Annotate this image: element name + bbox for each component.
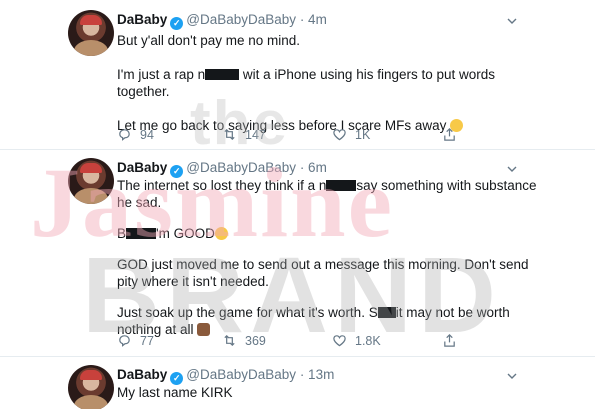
- display-name[interactable]: DaBaby: [117, 12, 167, 27]
- text-segment: say something with substance: [356, 178, 537, 193]
- tweet-paragraph: GOD just moved me to send out a message …: [117, 256, 537, 290]
- text-segment: it may not be worth: [395, 305, 510, 320]
- censor-bar: [126, 228, 157, 239]
- display-name[interactable]: DaBaby: [117, 367, 167, 382]
- censor-bar: [205, 69, 240, 80]
- timestamp[interactable]: · 4m: [300, 12, 327, 27]
- like-count: 1.8K: [355, 333, 381, 348]
- reply-icon: [119, 129, 130, 141]
- timestamp[interactable]: · 6m: [300, 160, 327, 175]
- text-segment: Just soak up the game for what it's wort…: [117, 305, 378, 320]
- tweet-paragraph: B 'm GOOD: [117, 225, 537, 242]
- avatar[interactable]: [68, 365, 114, 409]
- tweet-actions: 94 147 1K: [117, 127, 477, 143]
- reply-count: 94: [140, 127, 154, 142]
- censor-bar: [377, 307, 396, 318]
- text-segment: B: [117, 226, 127, 241]
- like-icon: [333, 335, 346, 347]
- retweet-button[interactable]: 147: [222, 127, 266, 142]
- tweet-header: DaBaby ✓ @DaBabyDaBaby · 6m: [117, 160, 327, 178]
- share-button[interactable]: [442, 127, 457, 142]
- tweet-text: The internet so lost they think if a n sa…: [117, 177, 537, 355]
- reply-icon: [119, 335, 130, 347]
- retweet-icon: [224, 128, 235, 141]
- censor-bar: [326, 180, 357, 191]
- tweet-paragraph: The internet so lost they think if a n sa…: [117, 177, 537, 211]
- retweet-count: 369: [245, 333, 266, 348]
- retweet-icon: [224, 334, 235, 347]
- share-icon: [444, 128, 455, 141]
- display-name[interactable]: DaBaby: [117, 160, 167, 175]
- timestamp[interactable]: · 13m: [300, 367, 335, 382]
- share-icon: [444, 334, 455, 347]
- text-segment: together.: [117, 84, 170, 99]
- like-count: 1K: [355, 127, 371, 142]
- text-segment: he sad.: [117, 195, 162, 210]
- reply-button[interactable]: 94: [117, 127, 154, 142]
- chevron-down-icon[interactable]: [507, 371, 517, 381]
- reply-count: 77: [140, 333, 154, 348]
- reply-button[interactable]: 77: [117, 333, 154, 348]
- retweet-count: 147: [245, 127, 266, 142]
- like-icon: [333, 129, 346, 141]
- tweet-paragraph: My last name KIRK: [117, 385, 233, 400]
- chevron-down-icon[interactable]: [507, 16, 517, 26]
- verified-badge-icon: ✓: [170, 17, 184, 30]
- tweet[interactable]: DaBaby ✓ @DaBabyDaBaby · 6m The internet s…: [0, 150, 595, 357]
- like-button[interactable]: 1K: [332, 127, 370, 142]
- text-segment: pity where it isn't needed.: [117, 274, 269, 289]
- like-button[interactable]: 1.8K: [332, 333, 381, 348]
- text-segment: I'm just a rap n: [117, 67, 206, 82]
- tweet-actions: 77 369 1.8K: [117, 333, 477, 349]
- emoji-icon: [214, 227, 228, 240]
- text-segment: The internet so lost they think if a n: [117, 178, 327, 193]
- tweet[interactable]: DaBaby ✓ @DaBabyDaBaby · 4m But y'all don'…: [0, 0, 595, 150]
- tweet-paragraph: But y'all don't pay me no mind.: [117, 33, 301, 48]
- tweet-header: DaBaby ✓ @DaBabyDaBaby · 4m: [117, 12, 327, 30]
- tweet-paragraph: I'm just a rap n wit a iPhone using his …: [117, 66, 517, 100]
- text-segment: wit a iPhone using his fingers to put wo…: [239, 67, 496, 82]
- retweet-button[interactable]: 369: [222, 333, 266, 348]
- text-segment: 'm GOOD: [156, 226, 215, 241]
- avatar[interactable]: [68, 158, 114, 204]
- user-handle[interactable]: @DaBabyDaBaby: [186, 160, 296, 175]
- tweet-text: My last name KIRK: [117, 384, 517, 409]
- timeline: DaBaby ✓ @DaBabyDaBaby · 4m But y'all don'…: [0, 0, 595, 409]
- tweet-header: DaBaby ✓ @DaBabyDaBaby · 13m: [117, 367, 334, 385]
- tweet[interactable]: DaBaby ✓ @DaBabyDaBaby · 13m My last name …: [0, 357, 595, 409]
- user-handle[interactable]: @DaBabyDaBaby: [186, 367, 296, 382]
- user-handle[interactable]: @DaBabyDaBaby: [186, 12, 296, 27]
- share-button[interactable]: [442, 333, 457, 348]
- text-segment: GOD just moved me to send out a message …: [117, 257, 529, 272]
- avatar[interactable]: [68, 10, 114, 56]
- chevron-down-icon[interactable]: [507, 164, 517, 174]
